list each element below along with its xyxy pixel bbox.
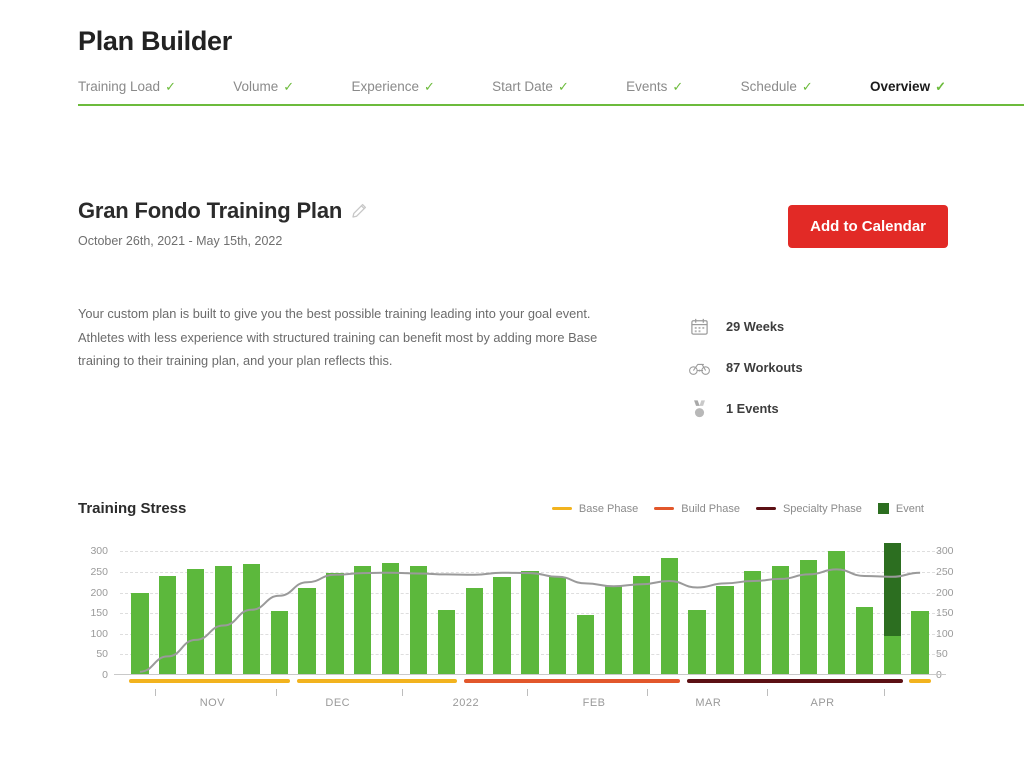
y-axis-right: 0 50 100 150 200 250 300 (936, 543, 970, 681)
phase-bar-base-phase (909, 679, 931, 683)
plan-date-range: October 26th, 2021 - May 15th, 2022 (78, 234, 283, 248)
y-tick-label-left: 0 (102, 669, 108, 681)
legend-line-icon (654, 507, 675, 510)
chart-legend: Base Phase Build Phase Specialty Phase Even… (551, 502, 958, 515)
check-icon: ✓ (165, 79, 176, 94)
nav-item-experience[interactable]: Experience ✓ (351, 79, 434, 94)
page-header: Plan Builder Training Load ✓ Volume ✓ Experi… (0, 0, 1024, 106)
check-icon: ✓ (935, 79, 946, 94)
nav-item-label: Training Load (78, 79, 161, 94)
y-tick-label-left: 300 (90, 545, 108, 558)
y-tick-label-right: 0 (936, 669, 942, 681)
x-axis-month-label: DEC (325, 697, 351, 709)
nav-item-volume[interactable]: Volume ✓ (233, 79, 294, 94)
page-title: Plan Builder (78, 26, 232, 56)
nav-item-label: Events (626, 79, 668, 94)
nav-item-overview[interactable]: Overview ✓ (870, 79, 946, 94)
legend-swatch-icon (877, 503, 889, 514)
wizard-nav: Training Load ✓ Volume ✓ Experience ✓ Start Da… (78, 79, 1024, 106)
plan-stats: 29 Weeks 87 Workouts 1 Events (688, 302, 803, 429)
nav-item-label: Start Date (492, 79, 553, 94)
x-axis-month-label: APR (810, 697, 835, 709)
chart-plot-area: 0 50 100 150 200 250 300 0 50 100 150 200 250 300 NO… (78, 543, 958, 711)
nav-item-schedule[interactable]: Schedule ✓ (741, 79, 813, 94)
check-icon: ✓ (557, 79, 569, 94)
chart-canvas (114, 543, 946, 675)
y-tick-label-left: 50 (96, 648, 108, 661)
chart-header: Training Stress Base Phase Build Phase Spe… (78, 500, 958, 517)
x-axis-tick (155, 689, 157, 696)
ramp-rate-line (126, 543, 934, 675)
legend-label: Build Phase (681, 502, 740, 515)
legend-label: Specialty Phase (782, 502, 862, 515)
nav-item-label: Experience (351, 79, 419, 94)
legend-line-icon (551, 507, 572, 510)
plan-summary: Gran Fondo Training Plan October 26th, 2… (78, 198, 948, 248)
legend-item[interactable]: Event (877, 502, 924, 515)
trend-path (140, 569, 920, 671)
stat-label: 1 Events (726, 401, 779, 416)
phase-bar-base-phase (296, 679, 457, 683)
y-tick-label-left: 250 (90, 565, 108, 578)
legend-item[interactable]: Build Phase (654, 503, 740, 515)
nav-item-label: Overview (870, 79, 931, 94)
x-axis-line (114, 674, 946, 675)
x-axis-month-label: NOV (199, 697, 226, 709)
nav-item-start-date[interactable]: Start Date ✓ (492, 79, 569, 94)
stat-row: 29 Weeks (688, 306, 803, 347)
x-axis-tick (527, 689, 529, 696)
phase-bars (126, 679, 934, 684)
plan-details: Your custom plan is built to give you th… (78, 302, 948, 429)
nav-item-events[interactable]: Events ✓ (626, 79, 683, 94)
y-tick-label-left: 150 (90, 607, 108, 620)
check-icon: ✓ (801, 79, 813, 94)
chart-title: Training Stress (78, 500, 187, 517)
phase-bar-build-phase (463, 679, 680, 683)
x-axis-month-label: MAR (695, 697, 722, 709)
nav-item-training-load[interactable]: Training Load ✓ (78, 79, 176, 94)
x-axis-tick (276, 689, 278, 696)
legend-item[interactable]: Base Phase (551, 502, 639, 515)
legend-item[interactable]: Specialty Phase (755, 502, 862, 515)
pencil-icon[interactable] (351, 203, 367, 219)
stat-label: 87 Workouts (726, 360, 803, 375)
x-axis-months: NOV DEC 2022 FEB MAR APR (126, 689, 934, 711)
x-axis-tick (766, 689, 768, 696)
y-tick-label-left: 200 (90, 586, 108, 599)
legend-line-icon (755, 507, 776, 510)
nav-item-label: Volume (233, 79, 279, 94)
stat-row: 1 Events (688, 388, 803, 429)
x-axis-tick (401, 689, 403, 696)
x-axis-month-label: FEB (582, 697, 606, 709)
plan-description: Your custom plan is built to give you th… (78, 306, 598, 369)
phase-bar-base-phase (129, 679, 290, 683)
plan-name: Gran Fondo Training Plan (78, 198, 343, 223)
y-axis-left: 0 50 100 150 200 250 300 (78, 543, 108, 681)
calendar-icon (688, 316, 710, 338)
x-axis-tick (647, 689, 649, 696)
y-tick-label-left: 100 (90, 627, 108, 640)
phase-bar-specialty-phase (686, 679, 903, 683)
legend-label: Event (895, 502, 924, 515)
legend-label: Base Phase (578, 502, 639, 515)
plan-builder-page: Plan Builder Training Load ✓ Volume ✓ Experi… (0, 0, 1024, 762)
nav-item-label: Schedule (740, 79, 797, 94)
check-icon: ✓ (423, 79, 435, 94)
x-axis-month-label: 2022 (452, 697, 480, 709)
bicycle-icon (688, 357, 710, 379)
add-to-calendar-button[interactable]: Add to Calendar (788, 205, 948, 248)
check-icon: ✓ (283, 79, 295, 94)
training-stress-chart: Training Stress Base Phase Build Phase Spe… (78, 500, 958, 711)
check-icon: ✓ (672, 79, 684, 94)
stat-label: 29 Weeks (726, 319, 785, 334)
stat-row: 87 Workouts (688, 347, 803, 388)
x-axis-tick (883, 689, 885, 696)
medal-icon (688, 398, 710, 420)
